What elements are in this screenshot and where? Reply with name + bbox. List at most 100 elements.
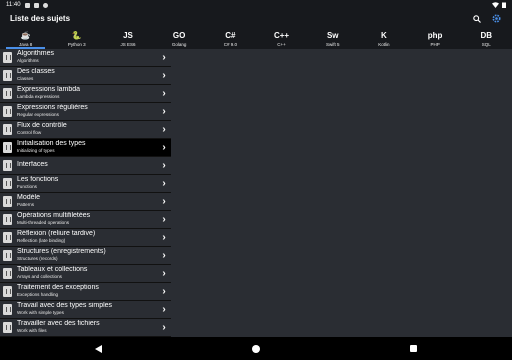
topic-title: Structures (enregistrements) [17, 248, 106, 256]
php-icon: php [427, 30, 443, 40]
topic-subtitle: Structures (records) [17, 256, 58, 262]
chevron-right-icon: › [162, 195, 166, 207]
topic-row[interactable]: Traitement des exceptions Exceptions hand… [0, 282, 171, 301]
topic-document-icon [3, 303, 12, 315]
search-icon[interactable] [473, 14, 481, 23]
topic-title: Flux de contrôle [17, 122, 67, 130]
notification-icon [24, 2, 30, 8]
chevron-right-icon: › [162, 123, 166, 135]
topic-title: Expressions lambda [17, 86, 81, 94]
topic-row[interactable]: Initialisation des types Initializing of … [0, 138, 171, 157]
topic-title: Algorithmes [17, 50, 54, 58]
sim-icon [33, 2, 39, 8]
topic-subtitle: Algorithms [17, 58, 39, 64]
tab-label: Swift 5 [325, 42, 340, 47]
tab-python[interactable]: 🐍 Python 3 [51, 27, 102, 49]
topic-document-icon [3, 51, 12, 63]
tab-label: JS ES6 [120, 42, 136, 47]
tab-js[interactable]: JS JS ES6 [102, 27, 153, 49]
tab-golang[interactable]: GO Golang [154, 27, 205, 49]
page-title: Liste des sujets [10, 14, 71, 23]
java-icon: ☕ [20, 30, 31, 40]
topic-row[interactable]: Des classes Classes › [0, 66, 171, 85]
topic-title: Les fonctions [17, 176, 59, 184]
back-icon[interactable] [95, 344, 102, 353]
chevron-right-icon: › [162, 69, 166, 81]
tab-sql[interactable]: DB SQL [461, 27, 512, 49]
csharp-icon: C# [225, 30, 236, 40]
tab-swift[interactable]: Sw Swift 5 [307, 27, 358, 49]
chevron-right-icon: › [162, 285, 166, 297]
topic-row[interactable]: Expressions lambda Lambda expressions › [0, 84, 171, 103]
chevron-right-icon: › [162, 249, 166, 261]
swift-icon: Sw [326, 30, 339, 40]
chevron-right-icon: › [162, 159, 166, 171]
topic-document-icon [3, 105, 12, 117]
tab-java[interactable]: ☕ Java 8 [0, 27, 51, 49]
topic-document-icon [3, 123, 12, 135]
topic-document-icon [3, 267, 12, 279]
chevron-right-icon: › [162, 303, 166, 315]
python-icon: 🐍 [71, 30, 82, 40]
topic-row[interactable]: Travailler avec des fichiers Work with fi… [0, 318, 171, 337]
topic-title: Initialisation des types [17, 140, 86, 148]
tab-label: Java 8 [18, 42, 33, 47]
system-nav-bar [0, 337, 512, 360]
topic-subtitle: Work with files [17, 328, 47, 334]
topic-subtitle: Reflection (late binding) [17, 238, 66, 244]
recents-icon[interactable] [410, 345, 417, 352]
topic-title: Travailler avec des fichiers [17, 320, 100, 328]
status-time: 11:40 [6, 2, 21, 8]
tab-php[interactable]: php PHP [410, 27, 461, 49]
home-icon[interactable] [252, 344, 260, 353]
tab-label: Kotlin [378, 42, 390, 47]
app-bar: Liste des sujets [0, 10, 512, 27]
topic-subtitle: Lambda expressions [17, 94, 60, 100]
topic-document-icon [3, 177, 12, 189]
settings-icon[interactable] [491, 13, 502, 24]
topic-row[interactable]: Travail avec des types simples Work with … [0, 300, 171, 319]
topic-title: Opérations multifiletées [17, 212, 91, 220]
golang-icon: GO [172, 30, 186, 40]
cpp-icon: C++ [273, 30, 290, 40]
topic-subtitle: Classes [17, 76, 34, 82]
tab-label: PHP [430, 42, 440, 47]
topic-title: Modèle [17, 194, 40, 202]
topic-row[interactable]: Réflexion (reliure tardive) Reflection (l… [0, 228, 171, 247]
topic-document-icon [3, 213, 12, 225]
topic-row[interactable]: Algorithmes Algorithms › [0, 49, 171, 67]
topic-title: Réflexion (reliure tardive) [17, 230, 96, 238]
topic-row[interactable]: Les fonctions Functions › [0, 174, 171, 193]
topic-subtitle: Exceptions handling [17, 292, 59, 298]
sql-icon: DB [480, 30, 493, 40]
topic-row[interactable]: Tableaux et collections Arrays and collec… [0, 264, 171, 283]
chevron-right-icon: › [162, 87, 166, 99]
topic-document-icon [3, 69, 12, 81]
topic-row[interactable]: Opérations multifiletées Multi-threaded o… [0, 210, 171, 229]
status-bar: 11:40 [0, 0, 512, 10]
topic-row[interactable]: Interfaces › [0, 156, 171, 175]
topic-title: Interfaces [17, 161, 48, 169]
topic-subtitle: Regular expressions [17, 112, 59, 118]
tab-cpp[interactable]: C++ C++ [256, 27, 307, 49]
topic-subtitle: Control flow [17, 130, 42, 136]
topic-row[interactable]: Expressions régulières Regular expression… [0, 102, 171, 121]
topic-document-icon [3, 231, 12, 243]
topic-title: Tableaux et collections [17, 266, 88, 274]
topic-row[interactable]: Structures (enregistrements) Structures (… [0, 246, 171, 265]
tab-kotlin[interactable]: K Kotlin [358, 27, 409, 49]
language-tabs: ☕ Java 8 🐍 Python 3 JS JS ES6 GO Golang C# C# 9.0… [0, 27, 512, 49]
battery-icon [502, 2, 506, 8]
kotlin-icon: K [381, 30, 387, 40]
chevron-right-icon: › [162, 177, 166, 189]
topic-row[interactable]: Modèle Patterns › [0, 192, 171, 211]
sync-icon [42, 2, 48, 8]
topic-title: Travail avec des types simples [17, 302, 113, 310]
tab-csharp[interactable]: C# C# 9.0 [205, 27, 256, 49]
tab-label: Python 3 [67, 42, 86, 47]
tab-label: C# 9.0 [223, 42, 237, 47]
topic-row[interactable]: Flux de contrôle Control flow › [0, 120, 171, 139]
topic-subtitle: Multi-threaded operations [17, 220, 70, 226]
chevron-right-icon: › [162, 231, 166, 243]
topic-subtitle: Functions [17, 184, 37, 190]
